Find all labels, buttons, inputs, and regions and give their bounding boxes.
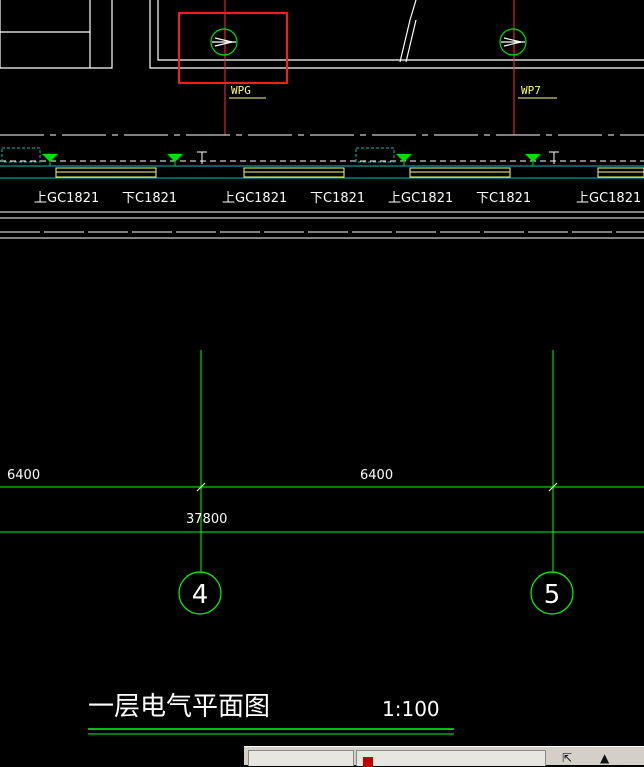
caret-up-icon[interactable]: ▲: [600, 751, 609, 765]
drawing-scale: 1:100: [382, 697, 440, 721]
dimension-text-bay-left: 6400: [7, 468, 40, 483]
model-space: [0, 0, 644, 764]
document-icon: [363, 757, 373, 767]
window-label: 上GC1821: [388, 191, 453, 206]
axis-label: 4: [192, 580, 209, 610]
circuit-label-text: WP7: [521, 84, 541, 97]
window-label: 上GC1821: [34, 191, 99, 206]
drawing-title: 一层电气平面图: [88, 692, 270, 722]
window-label: 下C1821: [476, 191, 531, 206]
axis-label: 5: [544, 580, 561, 610]
circuit-label-text: WPG: [231, 84, 251, 97]
window-label: 下C1821: [122, 191, 177, 206]
window-label: 上GC1821: [576, 191, 641, 206]
window-label: 下C1821: [310, 191, 365, 206]
window-label: 上GC1821: [222, 191, 287, 206]
cad-drawing-canvas[interactable]: WPG WP7 上GC1821 下C1821 上GC1821 下C1821 上G…: [0, 0, 644, 764]
dimension-text-overall: 37800: [186, 512, 227, 527]
taskbar: ⇱ ▲: [244, 746, 644, 767]
dimension-text-bay-right: 6400: [360, 468, 393, 483]
arrow-icon[interactable]: ⇱: [562, 751, 572, 765]
